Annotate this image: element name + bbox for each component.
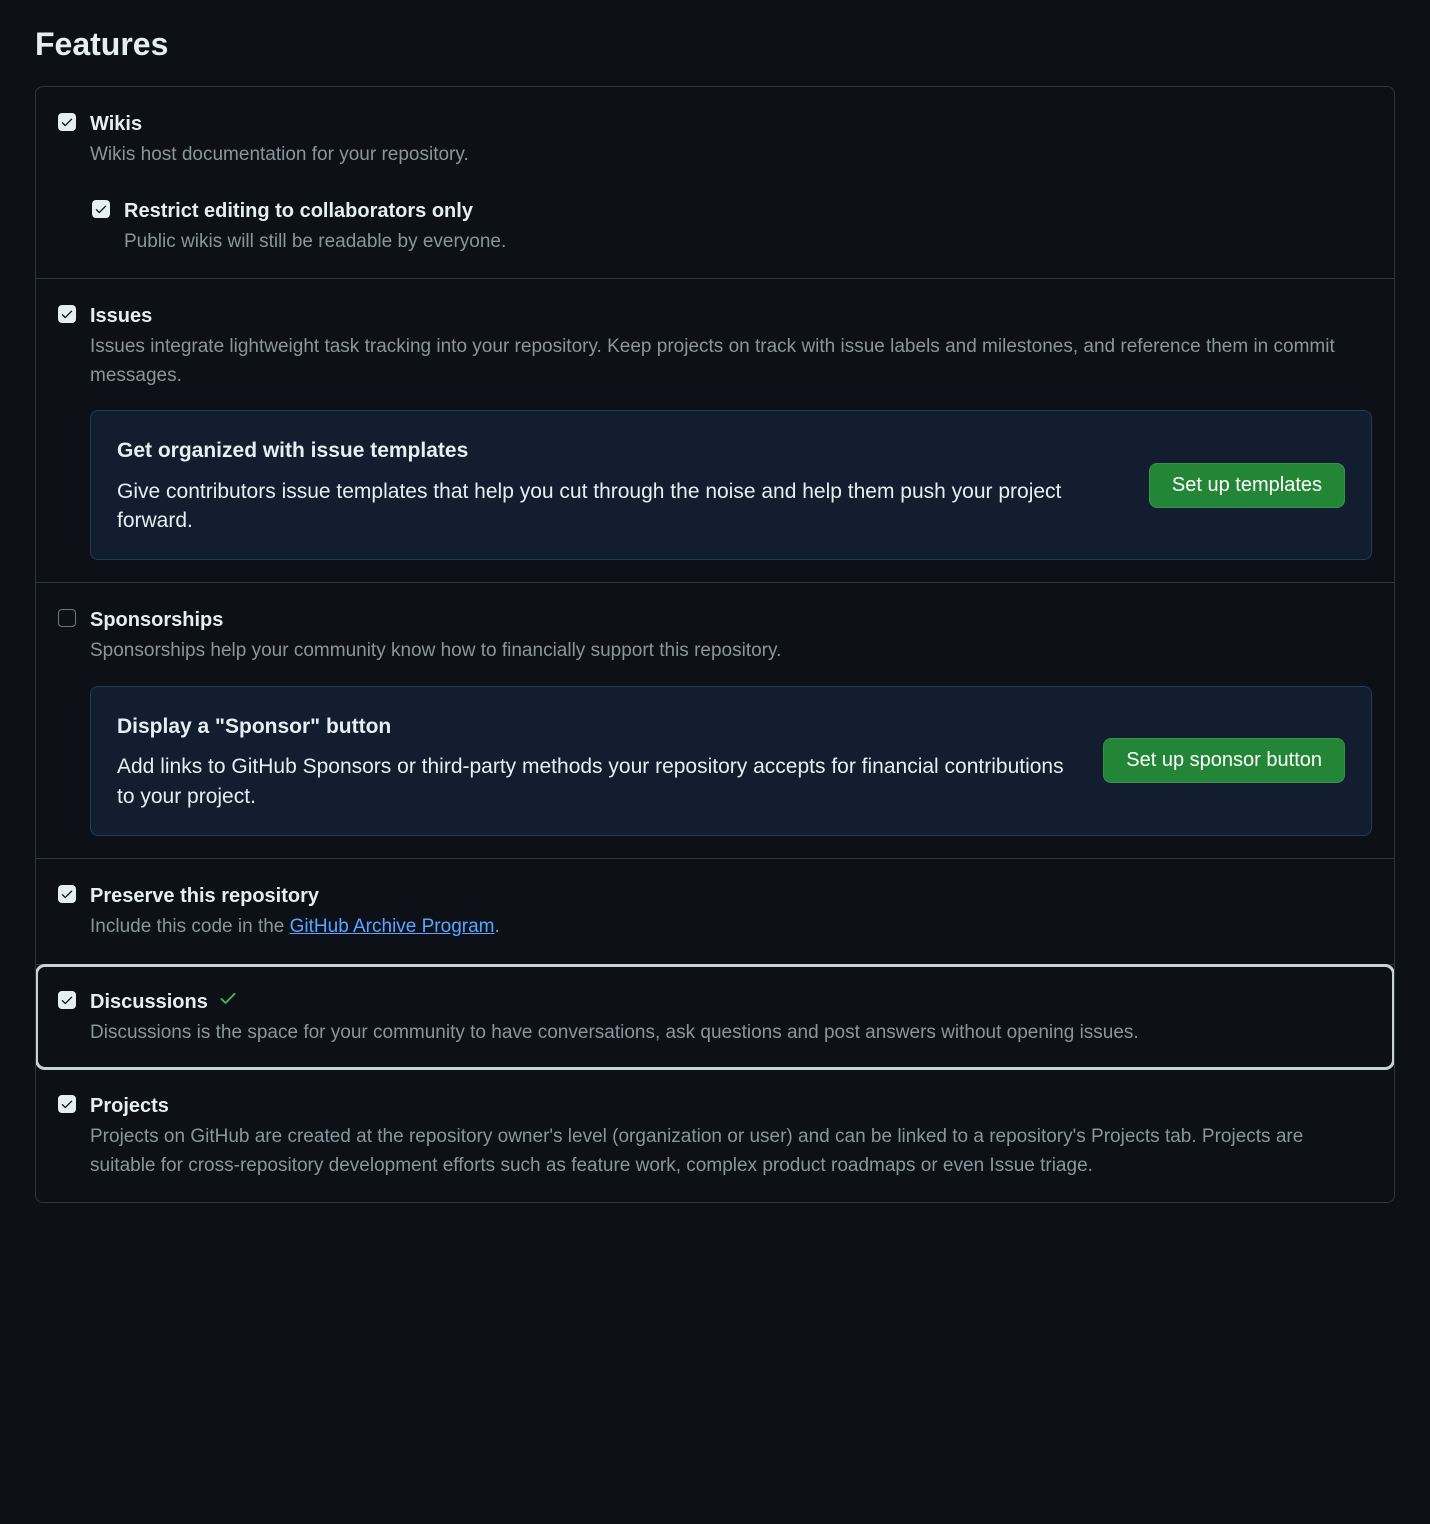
sponsorships-title: Sponsorships [90, 605, 1372, 635]
wikis-checkbox[interactable] [58, 113, 76, 131]
sponsorships-checkbox[interactable] [58, 609, 76, 627]
preserve-desc-post: . [495, 916, 500, 937]
discussions-title-row: Discussions [90, 987, 1372, 1017]
projects-checkbox[interactable] [58, 1095, 76, 1113]
sponsor-callout: Display a "Sponsor" button Add links to … [90, 686, 1372, 836]
projects-title: Projects [90, 1091, 1372, 1121]
archive-program-link[interactable]: GitHub Archive Program [290, 916, 495, 937]
check-icon [60, 993, 74, 1007]
issues-callout-desc: Give contributors issue templates that h… [117, 477, 1119, 536]
feature-projects: Projects Projects on GitHub are created … [36, 1069, 1394, 1202]
wikis-restrict-title: Restrict editing to collaborators only [124, 196, 1372, 226]
discussions-title: Discussions [90, 987, 208, 1017]
issues-desc: Issues integrate lightweight task tracki… [90, 333, 1372, 390]
wikis-restrict-checkbox[interactable] [92, 200, 110, 218]
feature-wikis: Wikis Wikis host documentation for your … [36, 87, 1394, 279]
discussions-checkbox[interactable] [58, 991, 76, 1009]
discussions-desc: Discussions is the space for your commun… [90, 1019, 1372, 1048]
check-icon [94, 202, 108, 216]
sponsor-callout-title: Display a "Sponsor" button [117, 711, 1073, 743]
feature-discussions: Discussions Discussions is the space for… [35, 964, 1395, 1071]
check-icon [60, 307, 74, 321]
success-check-icon [218, 987, 238, 1017]
feature-preserve: Preserve this repository Include this co… [36, 859, 1394, 965]
feature-issues: Issues Issues integrate lightweight task… [36, 279, 1394, 583]
check-icon [60, 887, 74, 901]
issues-callout-title: Get organized with issue templates [117, 435, 1119, 467]
preserve-checkbox[interactable] [58, 885, 76, 903]
wikis-restrict-desc: Public wikis will still be readable by e… [124, 228, 1372, 257]
preserve-desc-pre: Include this code in the [90, 916, 290, 937]
feature-sponsorships: Sponsorships Sponsorships help your comm… [36, 583, 1394, 859]
sponsorships-desc: Sponsorships help your community know ho… [90, 637, 1372, 666]
issues-templates-callout: Get organized with issue templates Give … [90, 410, 1372, 560]
issues-checkbox[interactable] [58, 305, 76, 323]
page-heading: Features [35, 20, 1395, 68]
setup-sponsor-button[interactable]: Set up sponsor button [1103, 738, 1345, 783]
check-icon [60, 115, 74, 129]
wikis-desc: Wikis host documentation for your reposi… [90, 141, 1372, 170]
features-container: Wikis Wikis host documentation for your … [35, 86, 1395, 1203]
sponsor-callout-desc: Add links to GitHub Sponsors or third-pa… [117, 752, 1073, 811]
check-icon [60, 1097, 74, 1111]
projects-desc: Projects on GitHub are created at the re… [90, 1123, 1372, 1180]
setup-templates-button[interactable]: Set up templates [1149, 463, 1345, 508]
wikis-title: Wikis [90, 109, 1372, 139]
preserve-title: Preserve this repository [90, 881, 1372, 911]
issues-title: Issues [90, 301, 1372, 331]
preserve-desc: Include this code in the GitHub Archive … [90, 913, 1372, 942]
